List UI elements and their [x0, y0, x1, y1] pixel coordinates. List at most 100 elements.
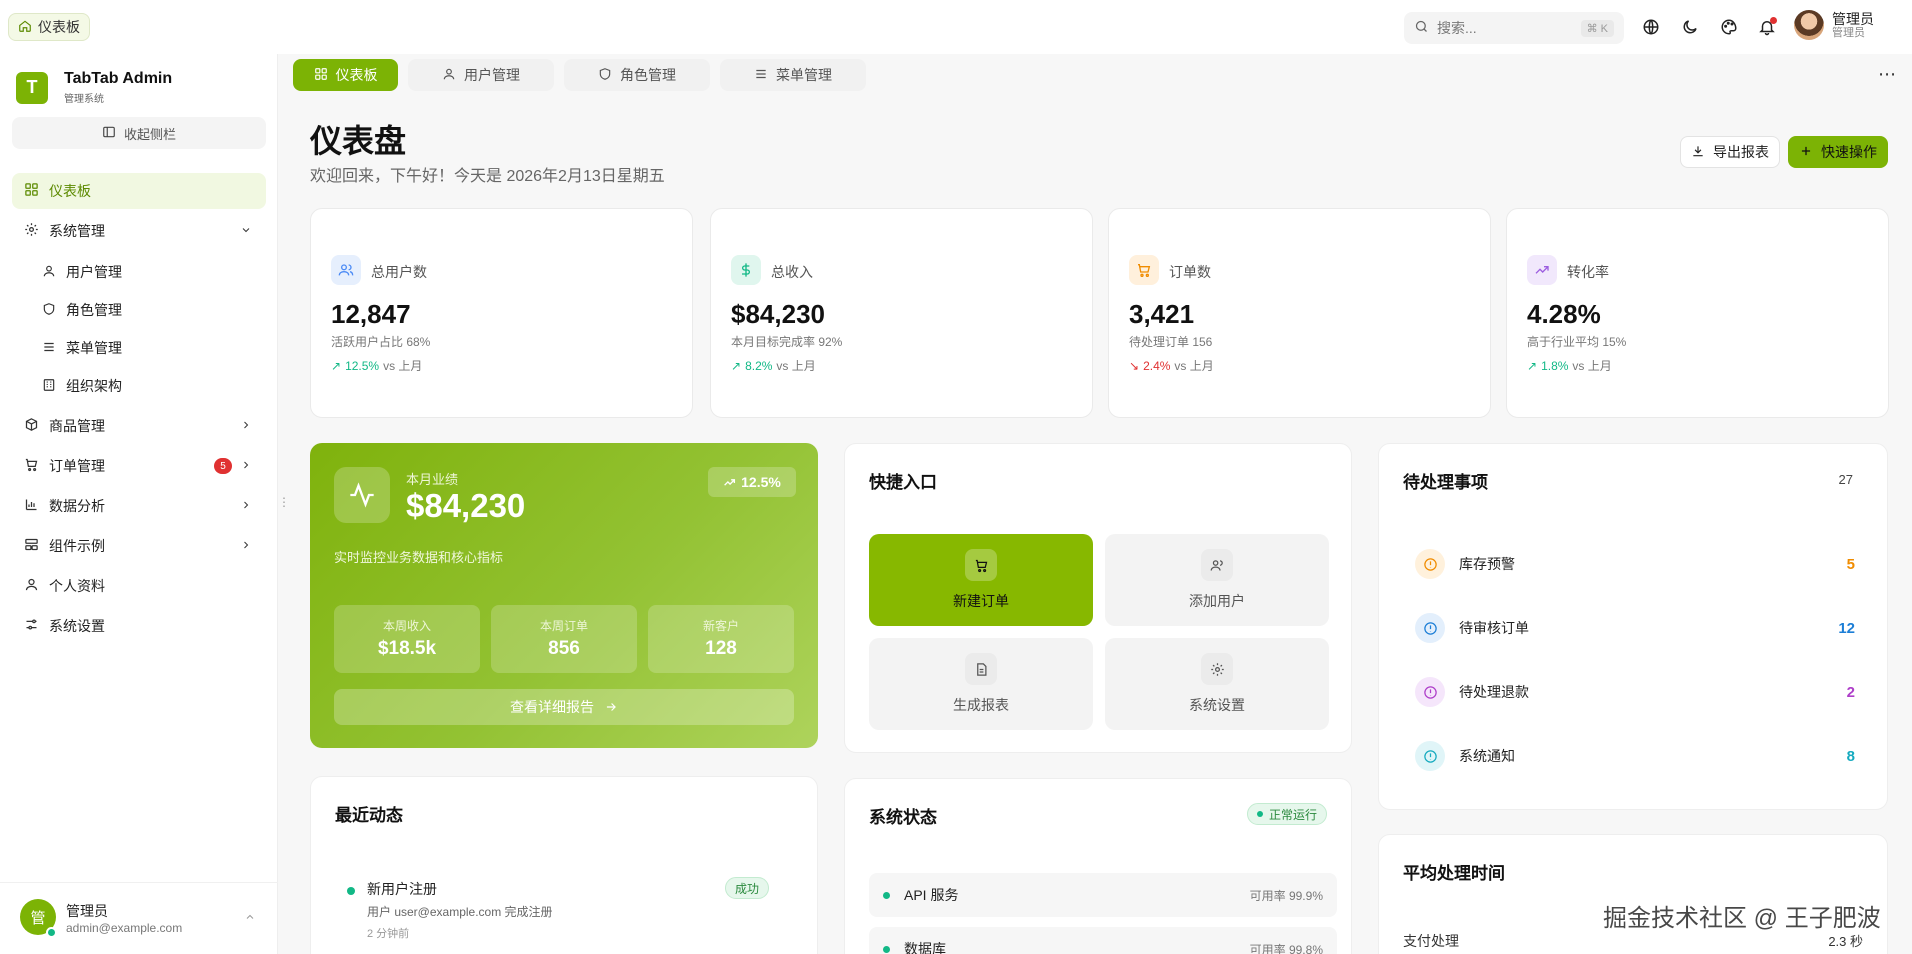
pending-value: 5: [1846, 555, 1855, 573]
sidebar-subitem-roles[interactable]: 角色管理: [42, 294, 122, 326]
stat-sub: 本月目标完成率 92%: [731, 335, 843, 349]
tab-dashboard[interactable]: 仪表板: [293, 59, 398, 91]
sidebar-item-system[interactable]: 系统管理: [12, 213, 266, 249]
brand-subtitle: 管理系统: [64, 94, 104, 105]
gear-icon: [1201, 653, 1233, 685]
shield-icon: [42, 302, 56, 319]
pending-item-refund[interactable]: 待处理退款 2: [1415, 672, 1855, 712]
search-input[interactable]: 搜索... ⌘ K: [1404, 12, 1624, 44]
box-icon: [24, 417, 39, 435]
metric-new-customers: 新客户 128: [648, 605, 794, 673]
trend-up-icon: ↗: [731, 358, 742, 373]
view-report-label: 查看详细报告: [510, 699, 594, 715]
download-icon: [1691, 144, 1705, 161]
sidebar-item-products[interactable]: 商品管理: [12, 408, 266, 444]
avg-time-label: 支付处理: [1403, 933, 1459, 949]
sidebar-item-settings[interactable]: 系统设置: [12, 608, 266, 644]
sidebar-resize-handle[interactable]: ⋮: [278, 495, 290, 511]
breadcrumb-label: 仪表板: [38, 19, 80, 35]
sidebar-item-label: 订单管理: [49, 458, 105, 474]
tab-roles[interactable]: 角色管理: [564, 59, 710, 91]
user-menu[interactable]: 管理员 管理员: [1794, 10, 1874, 40]
sidebar-panel-icon: [102, 125, 116, 142]
breadcrumb[interactable]: 仪表板: [8, 13, 90, 41]
sidebar-item-analytics[interactable]: 数据分析: [12, 488, 266, 524]
sidebar-user-card[interactable]: 管 管理员 admin@example.com: [0, 882, 278, 954]
file-icon: [965, 653, 997, 685]
service-status-dot: [883, 945, 890, 953]
pending-label: 系统通知: [1459, 748, 1515, 764]
avg-processing-card: 平均处理时间 支付处理 2.3 秒: [1378, 834, 1888, 954]
quick-access-card: 快捷入口 新建订单 添加用户 生成报表 系统设置: [844, 443, 1352, 753]
activity-title: 新用户注册: [367, 881, 437, 897]
sidebar-item-dashboard[interactable]: 仪表板: [12, 173, 266, 209]
components-icon: [24, 537, 39, 555]
stat-sub: 待处理订单 156: [1129, 335, 1213, 349]
menu-icon: [754, 67, 768, 84]
sidebar-item-components[interactable]: 组件示例: [12, 528, 266, 564]
tab-users[interactable]: 用户管理: [408, 59, 554, 91]
tab-label: 仪表板: [335, 67, 378, 83]
quick-item-label: 系统设置: [1189, 697, 1245, 713]
collapse-sidebar-button[interactable]: 收起侧栏: [12, 117, 266, 149]
stat-label: 转化率: [1567, 264, 1609, 280]
sidebar-subitem-label: 组织架构: [66, 378, 122, 394]
system-status-title: 系统状态: [869, 808, 937, 827]
metric-value: $18.5k: [377, 638, 437, 659]
activity-time: 2 分钟前: [367, 928, 410, 940]
trend-vs: vs 上月: [1572, 359, 1612, 373]
sidebar-subitem-label: 角色管理: [66, 302, 122, 318]
quick-item-label: 添加用户: [1189, 593, 1245, 609]
sidebar-user-name: 管理员: [66, 903, 108, 919]
activity-desc: 用户 user@example.com 完成注册: [367, 905, 553, 919]
service-uptime: 可用率 99.8%: [1249, 942, 1323, 954]
status-badge: 正常运行: [1247, 803, 1328, 825]
trend-value: 12.5%: [345, 358, 380, 373]
pending-value: 12: [1838, 619, 1855, 637]
pending-item-stock[interactable]: 库存预警 5: [1415, 544, 1855, 584]
sidebar-subitem-org[interactable]: 组织架构: [42, 370, 122, 402]
moon-icon[interactable]: [1679, 16, 1701, 38]
sidebar-item-orders[interactable]: 订单管理 5: [12, 448, 266, 484]
gear-icon: [24, 222, 39, 240]
chart-icon: [24, 497, 39, 515]
export-report-button[interactable]: 导出报表: [1680, 136, 1780, 168]
palette-icon[interactable]: [1718, 16, 1740, 38]
dollar-icon: [731, 255, 761, 285]
add-user-button[interactable]: 添加用户: [1105, 534, 1329, 626]
quick-action-button[interactable]: 快速操作: [1788, 136, 1888, 168]
sidebar-item-label: 系统管理: [49, 223, 105, 239]
system-settings-button[interactable]: 系统设置: [1105, 638, 1329, 730]
sidebar-item-label: 系统设置: [49, 618, 105, 634]
tab-bar: 仪表板 用户管理 角色管理 菜单管理: [293, 59, 866, 91]
alert-circle-icon: [1415, 549, 1445, 579]
tab-menus[interactable]: 菜单管理: [720, 59, 866, 91]
sidebar-item-profile[interactable]: 个人资料: [12, 568, 266, 604]
pending-item-review[interactable]: 待审核订单 12: [1415, 608, 1855, 648]
more-icon[interactable]: ⋯: [1878, 64, 1896, 85]
building-icon: [42, 378, 56, 395]
new-order-button[interactable]: 新建订单: [869, 534, 1093, 626]
cart-icon: [1129, 255, 1159, 285]
tab-label: 角色管理: [620, 67, 676, 83]
pending-item-notice[interactable]: 系统通知 8: [1415, 736, 1855, 776]
alert-circle-icon: [1415, 741, 1445, 771]
bell-icon[interactable]: [1756, 16, 1778, 38]
tab-label: 用户管理: [464, 67, 520, 83]
globe-icon[interactable]: [1640, 16, 1662, 38]
logo: T: [16, 71, 48, 104]
quick-item-label: 生成报表: [953, 697, 1009, 713]
collapse-label: 收起侧栏: [123, 126, 176, 142]
grid-icon: [314, 67, 328, 84]
stat-trend: ↘ 2.4% vs 上月: [1129, 357, 1214, 374]
recent-title: 最近动态: [335, 806, 403, 825]
sidebar-subitem-users[interactable]: 用户管理: [42, 256, 122, 288]
trending-up-icon: [724, 478, 736, 486]
generate-report-button[interactable]: 生成报表: [869, 638, 1093, 730]
sidebar-subitem-menus[interactable]: 菜单管理: [42, 332, 122, 364]
sidebar-item-label: 数据分析: [49, 498, 105, 514]
search-placeholder: 搜索...: [1437, 20, 1477, 36]
view-report-button[interactable]: 查看详细报告: [334, 689, 794, 725]
page-subtitle: 欢迎回来，下午好！今天是 2026年2月13日星期五: [310, 168, 665, 185]
pending-value: 8: [1846, 747, 1855, 765]
